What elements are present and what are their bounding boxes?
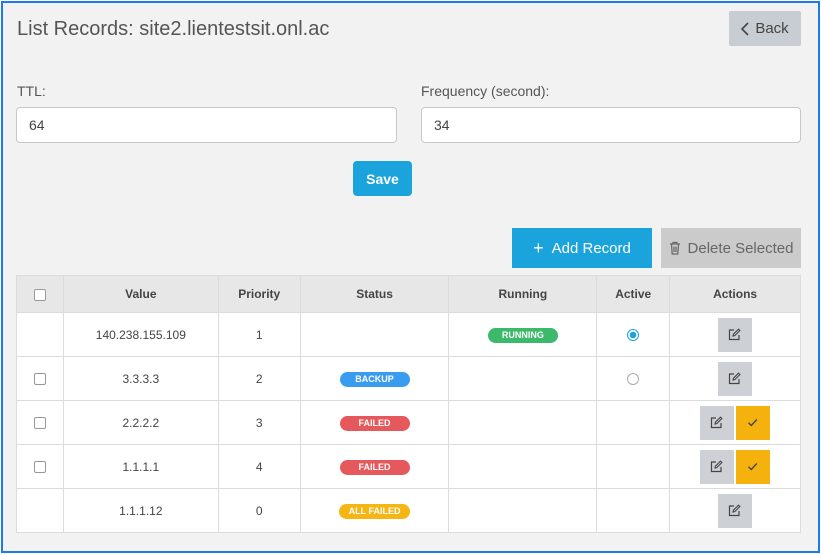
- record-value: 1.1.1.12: [62, 488, 219, 533]
- edit-icon: [728, 503, 741, 516]
- add-record-label: Add Record: [551, 239, 631, 257]
- active-radio[interactable]: [627, 329, 640, 342]
- header-actions: Actions: [669, 275, 801, 313]
- delete-selected-label: Delete Selected: [687, 239, 794, 257]
- record-active-cell: [596, 488, 671, 533]
- record-priority: 4: [217, 444, 301, 489]
- row-select-cell: [16, 488, 64, 533]
- edit-button[interactable]: [700, 405, 735, 440]
- header-priority: Priority: [217, 275, 301, 313]
- delete-selected-button[interactable]: Delete Selected: [661, 228, 801, 268]
- row-checkbox[interactable]: [33, 373, 46, 386]
- header-value: Value: [62, 275, 219, 313]
- record-priority: 2: [217, 356, 301, 401]
- table-row: 1.1.1.12 0 ALL FAILED: [16, 488, 801, 533]
- record-running-cell: [448, 444, 598, 489]
- back-label: Back: [755, 20, 789, 37]
- active-radio[interactable]: [627, 373, 640, 386]
- add-record-button[interactable]: + Add Record: [512, 228, 652, 268]
- back-button[interactable]: Back: [729, 11, 801, 46]
- table-header-row: Value Priority Status Running Active Act…: [16, 275, 801, 313]
- record-status-cell: ALL FAILED: [299, 488, 450, 533]
- record-value: 140.238.155.109: [62, 312, 219, 357]
- table-row: 3.3.3.3 2 BACKUP: [16, 356, 801, 401]
- record-actions-cell: [669, 356, 801, 401]
- records-table: Value Priority Status Running Active Act…: [16, 275, 801, 533]
- record-status-cell: FAILED: [299, 444, 450, 489]
- record-running-cell: RUNNING: [448, 312, 598, 357]
- status-badge: ALL FAILED: [338, 503, 411, 519]
- row-select-cell: [16, 444, 64, 489]
- ttl-input[interactable]: [16, 107, 397, 143]
- record-status-cell: BACKUP: [299, 356, 450, 401]
- row-checkbox[interactable]: [33, 417, 46, 430]
- record-value: 2.2.2.2: [62, 400, 219, 445]
- table-row: 1.1.1.1 4 FAILED: [16, 444, 801, 489]
- row-checkbox[interactable]: [33, 461, 46, 474]
- select-all-checkbox[interactable]: [33, 288, 46, 301]
- record-priority: 0: [217, 488, 301, 533]
- chevron-left-icon: [741, 21, 749, 36]
- confirm-button[interactable]: [736, 449, 771, 484]
- record-actions-cell: [669, 400, 801, 445]
- record-actions-cell: [669, 444, 801, 489]
- confirm-button[interactable]: [736, 405, 771, 440]
- edit-icon: [710, 415, 723, 428]
- header-active: Active: [596, 275, 671, 313]
- record-active-cell: [596, 312, 671, 357]
- check-icon: [748, 418, 758, 427]
- record-value: 3.3.3.3: [62, 356, 219, 401]
- record-active-cell: [596, 444, 671, 489]
- record-actions-cell: [669, 488, 801, 533]
- table-row: 2.2.2.2 3 FAILED: [16, 400, 801, 445]
- edit-icon: [728, 327, 741, 340]
- header-status: Status: [299, 275, 450, 313]
- page-title: List Records: site2.lientestsit.onl.ac: [17, 18, 330, 40]
- record-active-cell: [596, 400, 671, 445]
- record-priority: 1: [217, 312, 301, 357]
- record-status-cell: FAILED: [299, 400, 450, 445]
- check-icon: [748, 462, 758, 471]
- edit-button[interactable]: [700, 449, 735, 484]
- save-button[interactable]: Save: [353, 161, 412, 196]
- record-active-cell: [596, 356, 671, 401]
- edit-button[interactable]: [718, 361, 753, 396]
- row-select-cell: [16, 356, 64, 401]
- frequency-input[interactable]: [421, 107, 801, 143]
- record-value: 1.1.1.1: [62, 444, 219, 489]
- record-running-cell: [448, 400, 598, 445]
- record-actions-cell: [669, 312, 801, 357]
- edit-icon: [728, 371, 741, 384]
- record-priority: 3: [217, 400, 301, 445]
- records-panel: List Records: site2.lientestsit.onl.ac B…: [1, 1, 820, 553]
- row-select-cell: [16, 400, 64, 445]
- running-badge: RUNNING: [487, 327, 558, 343]
- edit-icon: [710, 459, 723, 472]
- ttl-label: TTL:: [17, 83, 46, 99]
- header-running: Running: [448, 275, 598, 313]
- status-badge: BACKUP: [339, 371, 410, 387]
- record-status-cell: [299, 312, 450, 357]
- record-running-cell: [448, 488, 598, 533]
- row-select-cell: [16, 312, 64, 357]
- edit-button[interactable]: [718, 317, 753, 352]
- record-running-cell: [448, 356, 598, 401]
- table-row: 140.238.155.109 1 RUNNING: [16, 312, 801, 357]
- header-select-all: [16, 275, 64, 313]
- trash-icon: [669, 241, 680, 255]
- edit-button[interactable]: [718, 493, 753, 528]
- plus-icon: +: [533, 237, 544, 258]
- frequency-label: Frequency (second):: [421, 83, 550, 99]
- status-badge: FAILED: [339, 459, 410, 475]
- status-badge: FAILED: [339, 415, 410, 431]
